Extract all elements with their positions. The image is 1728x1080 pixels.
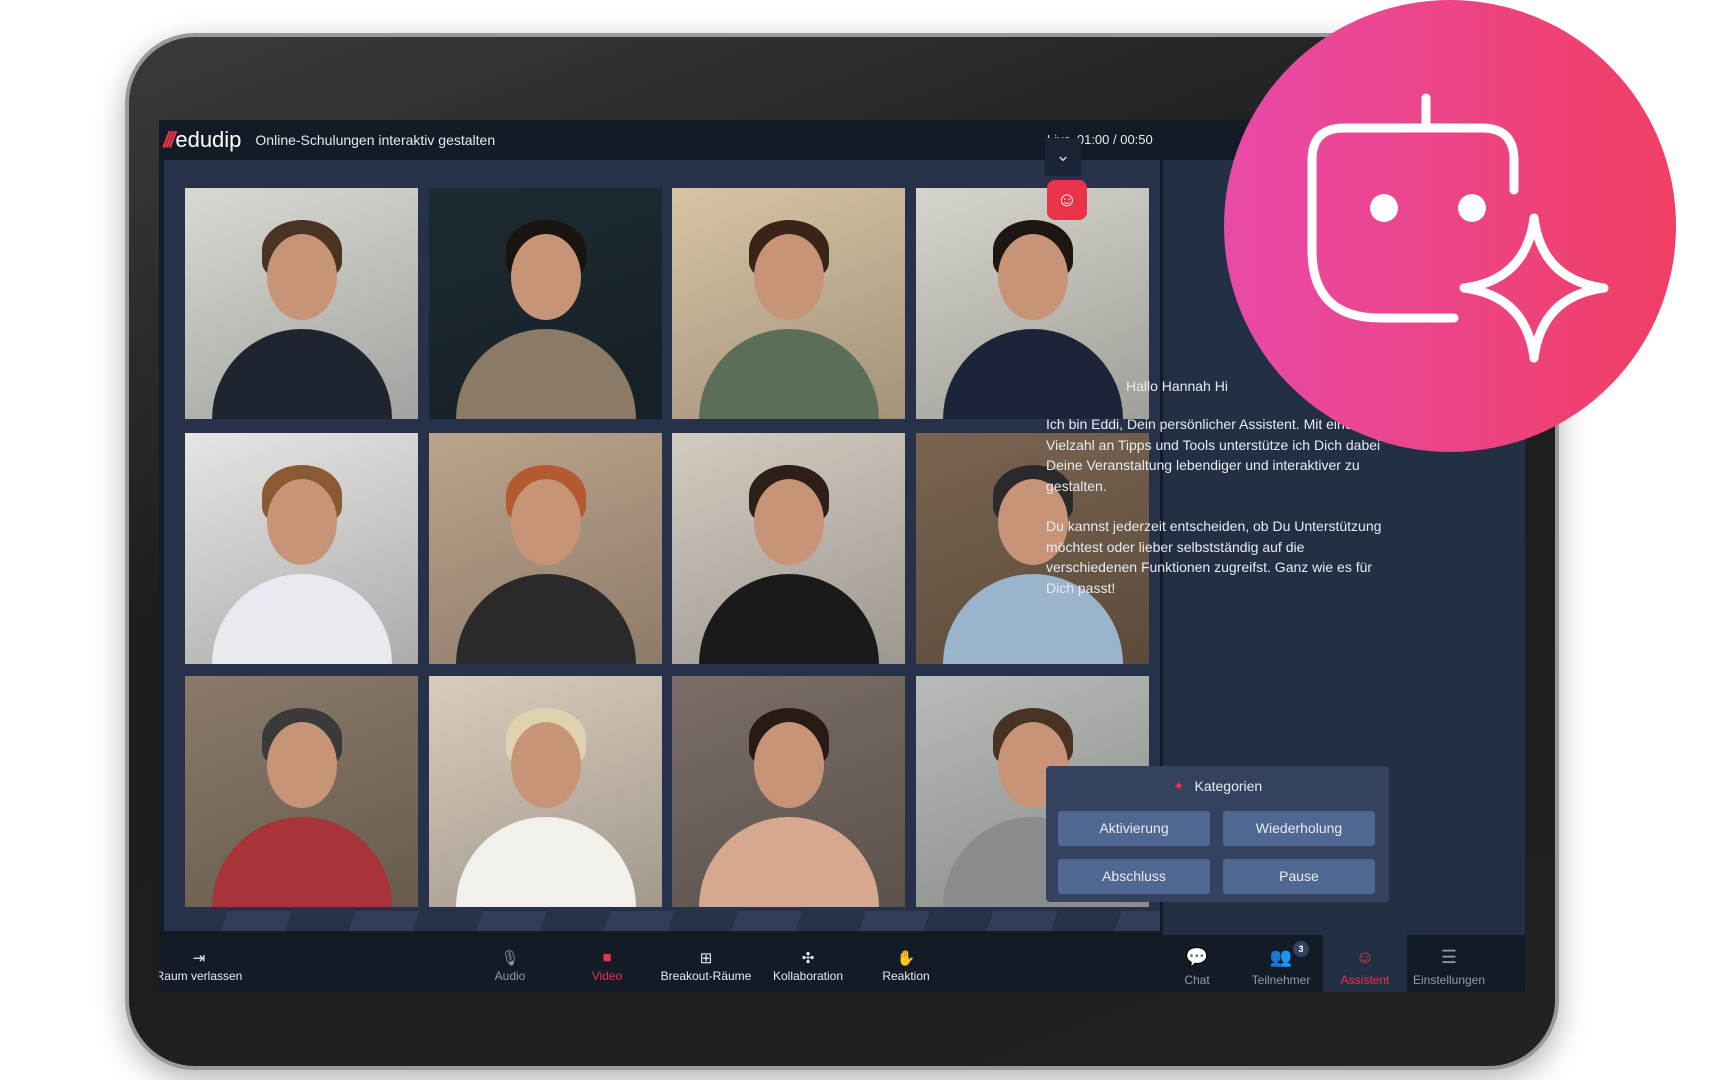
settings-label: Einstellungen	[1412, 973, 1486, 987]
exit-icon: ⇥	[192, 950, 206, 967]
participant-body	[455, 574, 636, 664]
message-paragraph: Du kannst jederzeit entscheiden, ob Du U…	[1046, 518, 1382, 596]
participant-face	[753, 479, 824, 566]
event-title: Online-Schulungen interaktiv gestalten	[255, 132, 496, 148]
participant-face	[510, 234, 581, 321]
robot-sparkle-icon	[1307, 93, 1609, 363]
participant-video-tile[interactable]	[429, 188, 662, 419]
mic-muted-icon: 🎙	[500, 950, 520, 967]
reaction-button[interactable]: ✋ Reaktion	[866, 935, 946, 992]
breakout-label: Breakout-Räume	[660, 969, 752, 983]
video-label: Video	[591, 969, 623, 983]
assistant-label: Assistent	[1340, 973, 1390, 987]
participant-body	[211, 817, 392, 907]
video-button[interactable]: ■ Video	[577, 935, 637, 992]
participant-body	[698, 329, 879, 419]
sliders-icon: ☰	[1440, 947, 1458, 967]
participant-video-tile[interactable]	[672, 188, 905, 419]
audio-button[interactable]: 🎙 Audio	[480, 935, 540, 992]
chat-bubble-icon: 💬	[1185, 947, 1209, 967]
participant-body	[211, 329, 392, 419]
collaboration-button[interactable]: ✣ Kollaboration	[765, 935, 851, 992]
people-icon: 👥	[1269, 947, 1293, 967]
category-abschluss-button[interactable]: Abschluss	[1058, 859, 1210, 894]
stage-decoration	[164, 911, 1160, 931]
collab-label: Kollaboration	[772, 969, 844, 983]
category-wiederholung-button[interactable]: Wiederholung	[1223, 811, 1375, 846]
category-aktivierung-button[interactable]: Aktivierung	[1058, 811, 1210, 846]
chat-label: Chat	[1184, 973, 1210, 987]
category-pause-button[interactable]: Pause	[1223, 859, 1375, 894]
participant-video-tile[interactable]	[672, 433, 905, 664]
bottom-toolbar: ⇥ Raum verlassen 🎙 Audio ■ Video ⊞ Breakout-…	[159, 935, 1525, 992]
breakout-rooms-button[interactable]: ⊞ Breakout-Räume	[654, 935, 758, 992]
participant-face	[510, 722, 581, 809]
chat-button[interactable]: 💬 Chat	[1155, 935, 1239, 992]
participant-face	[997, 234, 1068, 321]
participant-face	[753, 722, 824, 809]
participant-video-tile[interactable]	[185, 676, 418, 907]
participant-face	[266, 722, 337, 809]
reaction-label: Reaktion	[882, 969, 930, 983]
greeting: Hallo Hannah Hi	[1126, 378, 1228, 394]
camera-icon: ■	[602, 949, 612, 966]
participant-face	[510, 479, 581, 566]
participant-body	[211, 574, 392, 664]
participant-body	[698, 574, 879, 664]
participant-face	[266, 479, 337, 566]
hand-icon: ✋	[896, 950, 916, 967]
grid-icon: ⊞	[699, 950, 713, 967]
participant-video-tile[interactable]	[429, 433, 662, 664]
participant-face	[753, 234, 824, 321]
edudip-logo: ///edudip	[163, 127, 242, 152]
leave-label: Raum verlassen	[159, 969, 243, 983]
assistant-tab-button[interactable]: ☺ Assistent	[1323, 935, 1407, 992]
participants-label: Teilnehmer	[1251, 973, 1311, 987]
audio-label: Audio	[494, 969, 526, 983]
participant-video-tile[interactable]	[429, 676, 662, 907]
video-grid	[164, 160, 1160, 931]
time: 01:00 / 00:50	[1076, 132, 1153, 147]
participant-video-tile[interactable]	[916, 188, 1149, 419]
leave-room-button[interactable]: ⇥ Raum verlassen	[159, 935, 249, 992]
participant-body	[455, 817, 636, 907]
categories-box: ✦ Kategorien Aktivierung Wiederholung Abs…	[1046, 766, 1389, 902]
robot-icon: ☺	[1355, 947, 1375, 967]
participant-body	[942, 329, 1123, 419]
sparkle-icon: ✦	[1172, 778, 1185, 794]
collapse-chevron-icon[interactable]: ⌄	[1045, 138, 1081, 176]
participant-video-tile[interactable]	[185, 433, 418, 664]
collaboration-icon: ✣	[801, 950, 815, 967]
participant-body	[455, 329, 636, 419]
ai-assistant-badge	[1224, 0, 1676, 452]
participants-count-badge: 3	[1293, 941, 1309, 957]
categories-label: Kategorien	[1194, 778, 1263, 794]
participant-face	[266, 234, 337, 321]
logo-text: edudip	[175, 127, 242, 152]
categories-title: ✦ Kategorien	[1046, 778, 1389, 795]
settings-button[interactable]: ☰ Einstellungen	[1407, 935, 1491, 992]
participant-video-tile[interactable]	[672, 676, 905, 907]
participant-video-tile[interactable]	[185, 188, 418, 419]
participant-body	[698, 817, 879, 907]
participants-button[interactable]: 👥 Teilnehmer 3	[1239, 935, 1323, 992]
assistant-bot-icon[interactable]: ☺	[1047, 180, 1087, 220]
